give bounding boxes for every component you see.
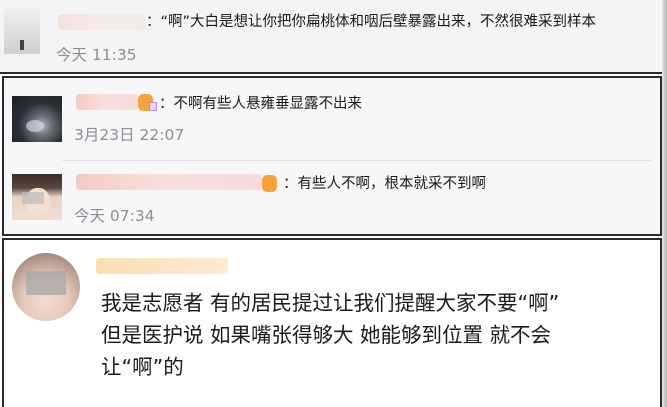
emoji-badge-icon — [149, 102, 157, 111]
username-blurred[interactable] — [96, 258, 228, 274]
username-blurred[interactable] — [76, 174, 262, 190]
username-blurred[interactable] — [76, 94, 138, 110]
avatar-blur — [26, 271, 66, 295]
comment-text: ：有些人不啊，根本就采不到啊 — [283, 176, 486, 192]
emoji-icon — [262, 175, 277, 192]
divider — [62, 160, 652, 161]
avatar[interactable] — [12, 96, 62, 142]
post-text-line: 但是医护说 如果嘴张得够大 她能够到位置 就不会 — [101, 323, 552, 347]
comment-panel-2: ：不啊有些人悬雍垂显露不出来 3月23日 22:07 ：有些人不啊，根本就采不到… — [2, 76, 662, 236]
emoji-icon — [138, 94, 157, 111]
avatar[interactable] — [12, 174, 62, 220]
avatar[interactable] — [12, 253, 80, 321]
comment-text: ：“啊”大白是想让你把你扁桃体和咽后壁暴露出来，不然很难采到样本 — [146, 14, 597, 30]
comment-time: 3月23日 22:07 — [74, 126, 185, 144]
avatar[interactable] — [4, 8, 40, 54]
comment-panel-1: ：“啊”大白是想让你把你扁桃体和咽后壁暴露出来，不然很难采到样本 今天 11:3… — [0, 0, 662, 74]
comment-time: 今天 11:35 — [56, 46, 137, 64]
avatar-mark — [20, 40, 24, 50]
post-text-line: 我是志愿者 有的居民提过让我们提醒大家不要“啊” — [101, 291, 560, 315]
comment-time: 今天 07:34 — [74, 207, 155, 225]
screenshot-canvas: ：“啊”大白是想让你把你扁桃体和咽后壁暴露出来，不然很难采到样本 今天 11:3… — [0, 0, 667, 407]
comment-text: ：不啊有些人悬雍垂显露不出来 — [159, 96, 362, 112]
avatar-mark — [26, 120, 44, 132]
post-panel: 我是志愿者 有的居民提过让我们提醒大家不要“啊” 但是医护说 如果嘴张得够大 她… — [2, 238, 662, 407]
username-blurred[interactable] — [58, 14, 146, 30]
page-edge-shadow — [662, 0, 667, 407]
post-text-line: 让“啊”的 — [101, 355, 184, 379]
avatar-blur — [22, 192, 44, 204]
